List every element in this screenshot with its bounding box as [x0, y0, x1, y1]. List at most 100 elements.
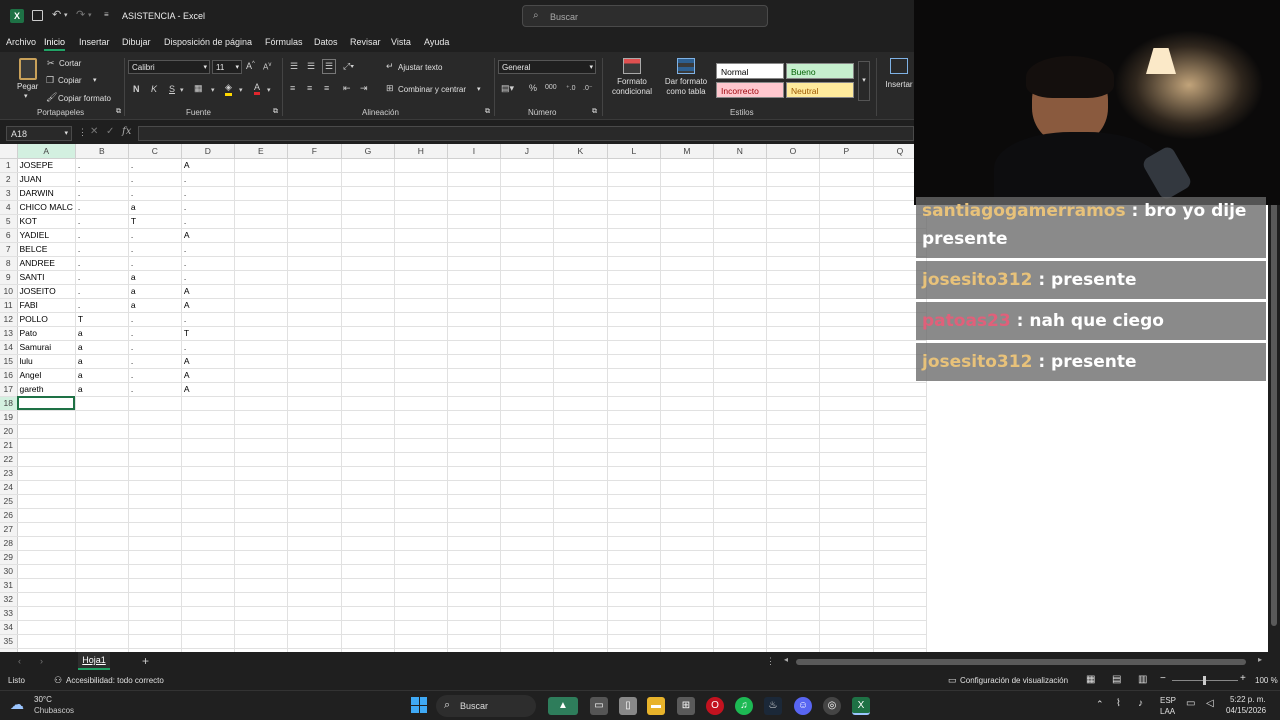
cell[interactable]: [447, 424, 501, 439]
cell[interactable]: [553, 326, 608, 341]
cell[interactable]: [713, 452, 767, 467]
cell[interactable]: [447, 592, 501, 607]
column-header[interactable]: F: [287, 144, 342, 159]
h-scroll-thumb[interactable]: [796, 659, 1246, 665]
cell[interactable]: [341, 326, 395, 341]
cell[interactable]: [287, 214, 342, 229]
cell[interactable]: T: [75, 312, 129, 327]
cell[interactable]: [660, 578, 714, 593]
cell[interactable]: [341, 284, 395, 299]
cell[interactable]: [819, 494, 874, 509]
cell[interactable]: [128, 564, 182, 579]
cell[interactable]: [447, 242, 501, 257]
cell[interactable]: [234, 368, 288, 383]
cell[interactable]: [75, 606, 129, 621]
cell[interactable]: A: [181, 284, 235, 299]
increase-font-icon[interactable]: A^: [246, 61, 255, 71]
cell[interactable]: [17, 494, 76, 509]
cell[interactable]: [766, 452, 820, 467]
alignment-launcher-icon[interactable]: ⧉: [485, 108, 490, 116]
cell[interactable]: [607, 228, 661, 243]
excel-taskbar-icon[interactable]: X: [852, 697, 870, 715]
cell[interactable]: [287, 172, 342, 187]
cell[interactable]: [873, 466, 927, 481]
cell[interactable]: [766, 312, 820, 327]
cell[interactable]: [766, 200, 820, 215]
cell[interactable]: [341, 256, 395, 271]
cell[interactable]: [607, 172, 661, 187]
cell[interactable]: [500, 480, 554, 495]
cell[interactable]: [447, 158, 501, 173]
cell[interactable]: [819, 172, 874, 187]
cell[interactable]: [553, 368, 608, 383]
cell[interactable]: [553, 578, 608, 593]
cell[interactable]: [287, 620, 342, 635]
align-bottom-icon[interactable]: ☰: [322, 59, 337, 74]
cell[interactable]: [75, 396, 129, 411]
cell[interactable]: [500, 186, 554, 201]
cell[interactable]: [447, 284, 501, 299]
undo-dropdown-icon[interactable]: ▾: [64, 11, 68, 19]
borders-icon[interactable]: ▦: [194, 83, 203, 94]
cell[interactable]: a: [128, 284, 182, 299]
cell[interactable]: [181, 522, 235, 537]
cell[interactable]: [394, 242, 448, 257]
cell[interactable]: [660, 228, 714, 243]
horizontal-scrollbar[interactable]: ◂ ▸: [784, 655, 1268, 666]
accounting-format-icon[interactable]: ▤▾: [501, 83, 514, 94]
cell[interactable]: [500, 494, 554, 509]
cell[interactable]: [819, 340, 874, 355]
cell[interactable]: [660, 606, 714, 621]
cell[interactable]: [819, 326, 874, 341]
underline-button[interactable]: S: [169, 84, 175, 94]
cell[interactable]: [766, 158, 820, 173]
cell[interactable]: [766, 186, 820, 201]
cell[interactable]: [553, 634, 608, 649]
cell[interactable]: [287, 508, 342, 523]
row-header[interactable]: 8: [0, 256, 18, 271]
cell[interactable]: [660, 312, 714, 327]
row-header[interactable]: 28: [0, 536, 18, 551]
cell[interactable]: [713, 494, 767, 509]
cell[interactable]: [500, 550, 554, 565]
row-header[interactable]: 19: [0, 410, 18, 425]
cell[interactable]: [660, 396, 714, 411]
cell[interactable]: [713, 634, 767, 649]
cell[interactable]: T: [128, 214, 182, 229]
cell[interactable]: [75, 578, 129, 593]
cell[interactable]: a: [75, 340, 129, 355]
cell[interactable]: [128, 480, 182, 495]
cell[interactable]: [447, 578, 501, 593]
row-header[interactable]: 27: [0, 522, 18, 537]
cell[interactable]: [553, 256, 608, 271]
cell[interactable]: [17, 592, 76, 607]
network-icon[interactable]: ⌇: [1116, 698, 1121, 709]
cell[interactable]: [819, 592, 874, 607]
cell[interactable]: [819, 256, 874, 271]
cell[interactable]: [341, 424, 395, 439]
cell[interactable]: [873, 452, 927, 467]
cell[interactable]: [819, 578, 874, 593]
cell[interactable]: A: [181, 158, 235, 173]
cell[interactable]: [607, 396, 661, 411]
cell[interactable]: [766, 494, 820, 509]
cell[interactable]: [819, 606, 874, 621]
cell[interactable]: [287, 270, 342, 285]
align-right-icon[interactable]: ≡: [324, 83, 329, 93]
cell[interactable]: T: [181, 326, 235, 341]
cell[interactable]: [819, 200, 874, 215]
spotify-icon[interactable]: ♫: [735, 697, 753, 715]
cell[interactable]: [341, 382, 395, 397]
cell[interactable]: [17, 480, 76, 495]
row-header[interactable]: 21: [0, 438, 18, 453]
cell[interactable]: [287, 326, 342, 341]
cell[interactable]: [341, 270, 395, 285]
cell[interactable]: [394, 340, 448, 355]
cell[interactable]: [660, 172, 714, 187]
undo-icon[interactable]: ↶: [52, 8, 61, 21]
cell[interactable]: [713, 354, 767, 369]
cell[interactable]: [234, 158, 288, 173]
align-middle-icon[interactable]: ☰: [307, 61, 315, 72]
cell[interactable]: [819, 186, 874, 201]
cell[interactable]: [447, 228, 501, 243]
